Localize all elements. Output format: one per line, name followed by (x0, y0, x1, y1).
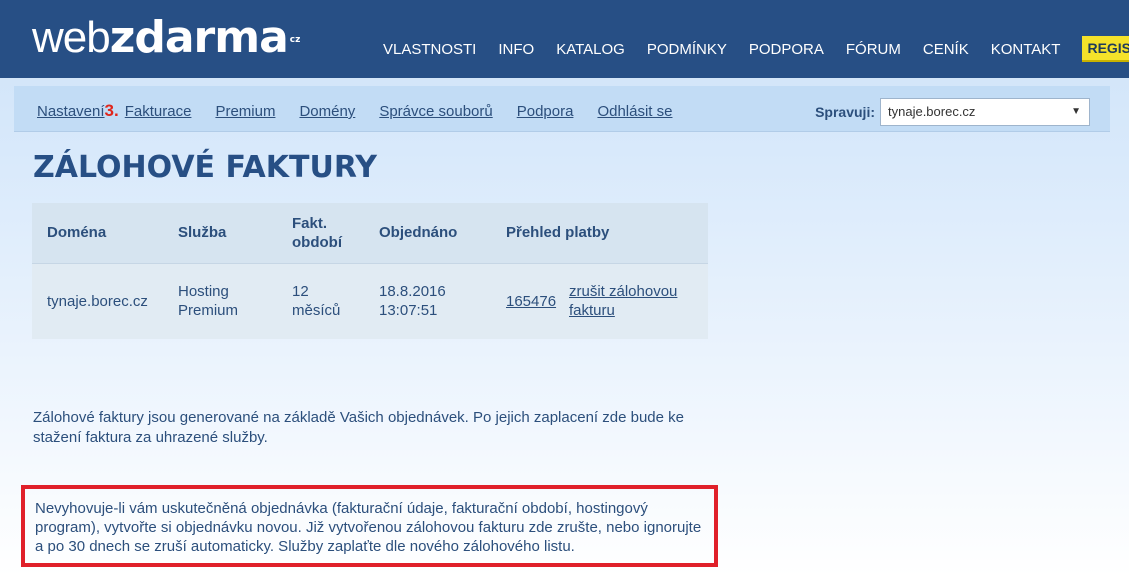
nav-forum[interactable]: FÓRUM (846, 41, 901, 58)
page-title: ZÁLOHOVÉ FAKTURY (33, 150, 378, 185)
nav-katalog[interactable]: KATALOG (556, 41, 625, 58)
cell-period: 12 měsíců (277, 262, 364, 339)
subnav-domeny[interactable]: Domény (299, 103, 355, 120)
cancel-invoice-link[interactable]: zrušit zálohovou fakturu (569, 283, 677, 319)
sub-nav: Nastavení 3. Fakturace Premium Domény Sp… (37, 101, 696, 121)
logo[interactable]: web zdarma cz (32, 13, 300, 63)
subnav-spravce-souboru[interactable]: Správce souborů (379, 103, 492, 120)
step-marker: 3. (104, 101, 119, 120)
main-nav: VLASTNOSTI INFO KATALOG PODMÍNKY PODPORA… (383, 36, 1129, 62)
header-payment: Přehled platby (491, 203, 708, 263)
logo-part-zdarma: zdarma (109, 12, 289, 63)
info-text: Zálohové faktury jsou generované na zákl… (33, 409, 684, 446)
register-button[interactable]: REGISTRACE (1082, 36, 1129, 62)
nav-podminky[interactable]: PODMÍNKY (647, 41, 727, 58)
table-header-row: Doména Služba Fakt. období Objednáno Pře… (32, 203, 708, 263)
nav-kontakt[interactable]: KONTAKT (991, 41, 1061, 58)
notice-text: Nevyhovuje-li vám uskutečněná objednávka… (35, 500, 702, 555)
cell-domain: tynaje.borec.cz (32, 262, 163, 339)
nav-vlastnosti[interactable]: VLASTNOSTI (383, 41, 476, 58)
cell-service: Hosting Premium (163, 262, 277, 339)
notice-box: Nevyhovuje-li vám uskutečněná objednávka… (21, 485, 718, 567)
payment-link[interactable]: 165476 (506, 293, 556, 310)
chevron-down-icon: ▼ (1071, 106, 1081, 117)
logo-tld: cz (289, 35, 301, 45)
domain-select[interactable]: tynaje.borec.cz ▼ (880, 98, 1090, 126)
subnav-fakturace[interactable]: Fakturace (125, 103, 192, 120)
subnav-nastaveni[interactable]: Nastavení (37, 103, 105, 120)
sub-nav-bar: Nastavení 3. Fakturace Premium Domény Sp… (14, 86, 1110, 132)
invoices-table: Doména Služba Fakt. období Objednáno Pře… (32, 203, 708, 339)
logo-part-web: web (32, 13, 111, 62)
subnav-odhlasit[interactable]: Odhlásit se (597, 103, 672, 120)
cell-payment-id: 165476 (491, 262, 569, 339)
domain-select-value: tynaje.borec.cz (888, 104, 976, 119)
header-domain: Doména (32, 203, 163, 263)
header-ordered: Objednáno (364, 203, 491, 263)
domain-switcher: Spravuji: tynaje.borec.cz ▼ (815, 98, 1090, 126)
cell-ordered: 18.8.2016 13:07:51 (364, 262, 491, 339)
subnav-podpora[interactable]: Podpora (517, 103, 574, 120)
table-row: tynaje.borec.cz Hosting Premium 12 měsíc… (32, 262, 708, 339)
nav-cenik[interactable]: CENÍK (923, 41, 969, 58)
subnav-premium[interactable]: Premium (215, 103, 275, 120)
header-service: Služba (163, 203, 277, 263)
manages-label: Spravuji: (815, 104, 875, 120)
top-header: web zdarma cz VLASTNOSTI INFO KATALOG PODM… (0, 0, 1129, 78)
nav-info[interactable]: INFO (498, 41, 534, 58)
nav-podpora[interactable]: PODPORA (749, 41, 824, 58)
cell-cancel: zrušit zálohovou fakturu (569, 262, 708, 339)
header-period: Fakt. období (277, 203, 364, 263)
